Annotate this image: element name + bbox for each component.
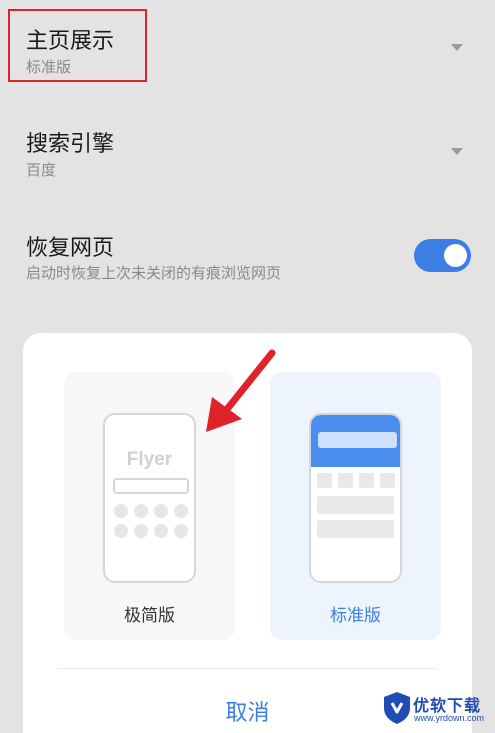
standard-preview-phone — [309, 413, 402, 583]
preview-dot — [174, 504, 188, 518]
preview-dot — [114, 524, 128, 538]
minimal-preview-phone: Flyer — [103, 413, 196, 583]
annotation-highlight-box — [8, 9, 147, 82]
minimal-preview-brand: Flyer — [126, 449, 173, 470]
site-watermark: 优软下载 www.yrdown.com — [383, 691, 491, 729]
standard-preview-search-bar — [318, 432, 397, 448]
preview-dot — [134, 524, 148, 538]
preview-dot — [154, 504, 168, 518]
watermark-url: www.yrdown.com — [414, 713, 485, 723]
chevron-down-icon — [451, 44, 463, 51]
search-engine-setting[interactable]: 搜索引擎 百度 — [0, 100, 495, 200]
restore-pages-setting-title: 恢复网页 — [26, 236, 115, 261]
sheet-divider — [58, 668, 437, 669]
preview-square — [338, 473, 353, 488]
option-minimal-label: 极简版 — [124, 606, 175, 626]
preview-dot — [154, 524, 168, 538]
shield-icon — [384, 692, 410, 724]
preview-square — [359, 473, 374, 488]
preview-content-bar — [317, 496, 394, 514]
option-standard-label: 标准版 — [330, 606, 381, 626]
standard-preview-header — [311, 415, 400, 467]
search-engine-setting-value: 百度 — [26, 161, 57, 179]
annotation-arrow — [206, 349, 276, 432]
option-standard[interactable]: 标准版 — [270, 372, 441, 640]
chevron-down-icon — [451, 148, 463, 155]
toggle-knob — [444, 244, 467, 267]
preview-dot — [134, 504, 148, 518]
preview-square — [380, 473, 395, 488]
preview-dot — [114, 504, 128, 518]
search-engine-setting-title: 搜索引擎 — [26, 132, 115, 157]
restore-pages-setting-description: 启动时恢复上次未关闭的有痕浏览网页 — [26, 264, 282, 282]
restore-pages-toggle[interactable] — [414, 239, 471, 272]
preview-content-bar — [317, 520, 394, 538]
preview-dot — [174, 524, 188, 538]
preview-square — [317, 473, 332, 488]
minimal-preview-search-bar — [113, 478, 189, 494]
